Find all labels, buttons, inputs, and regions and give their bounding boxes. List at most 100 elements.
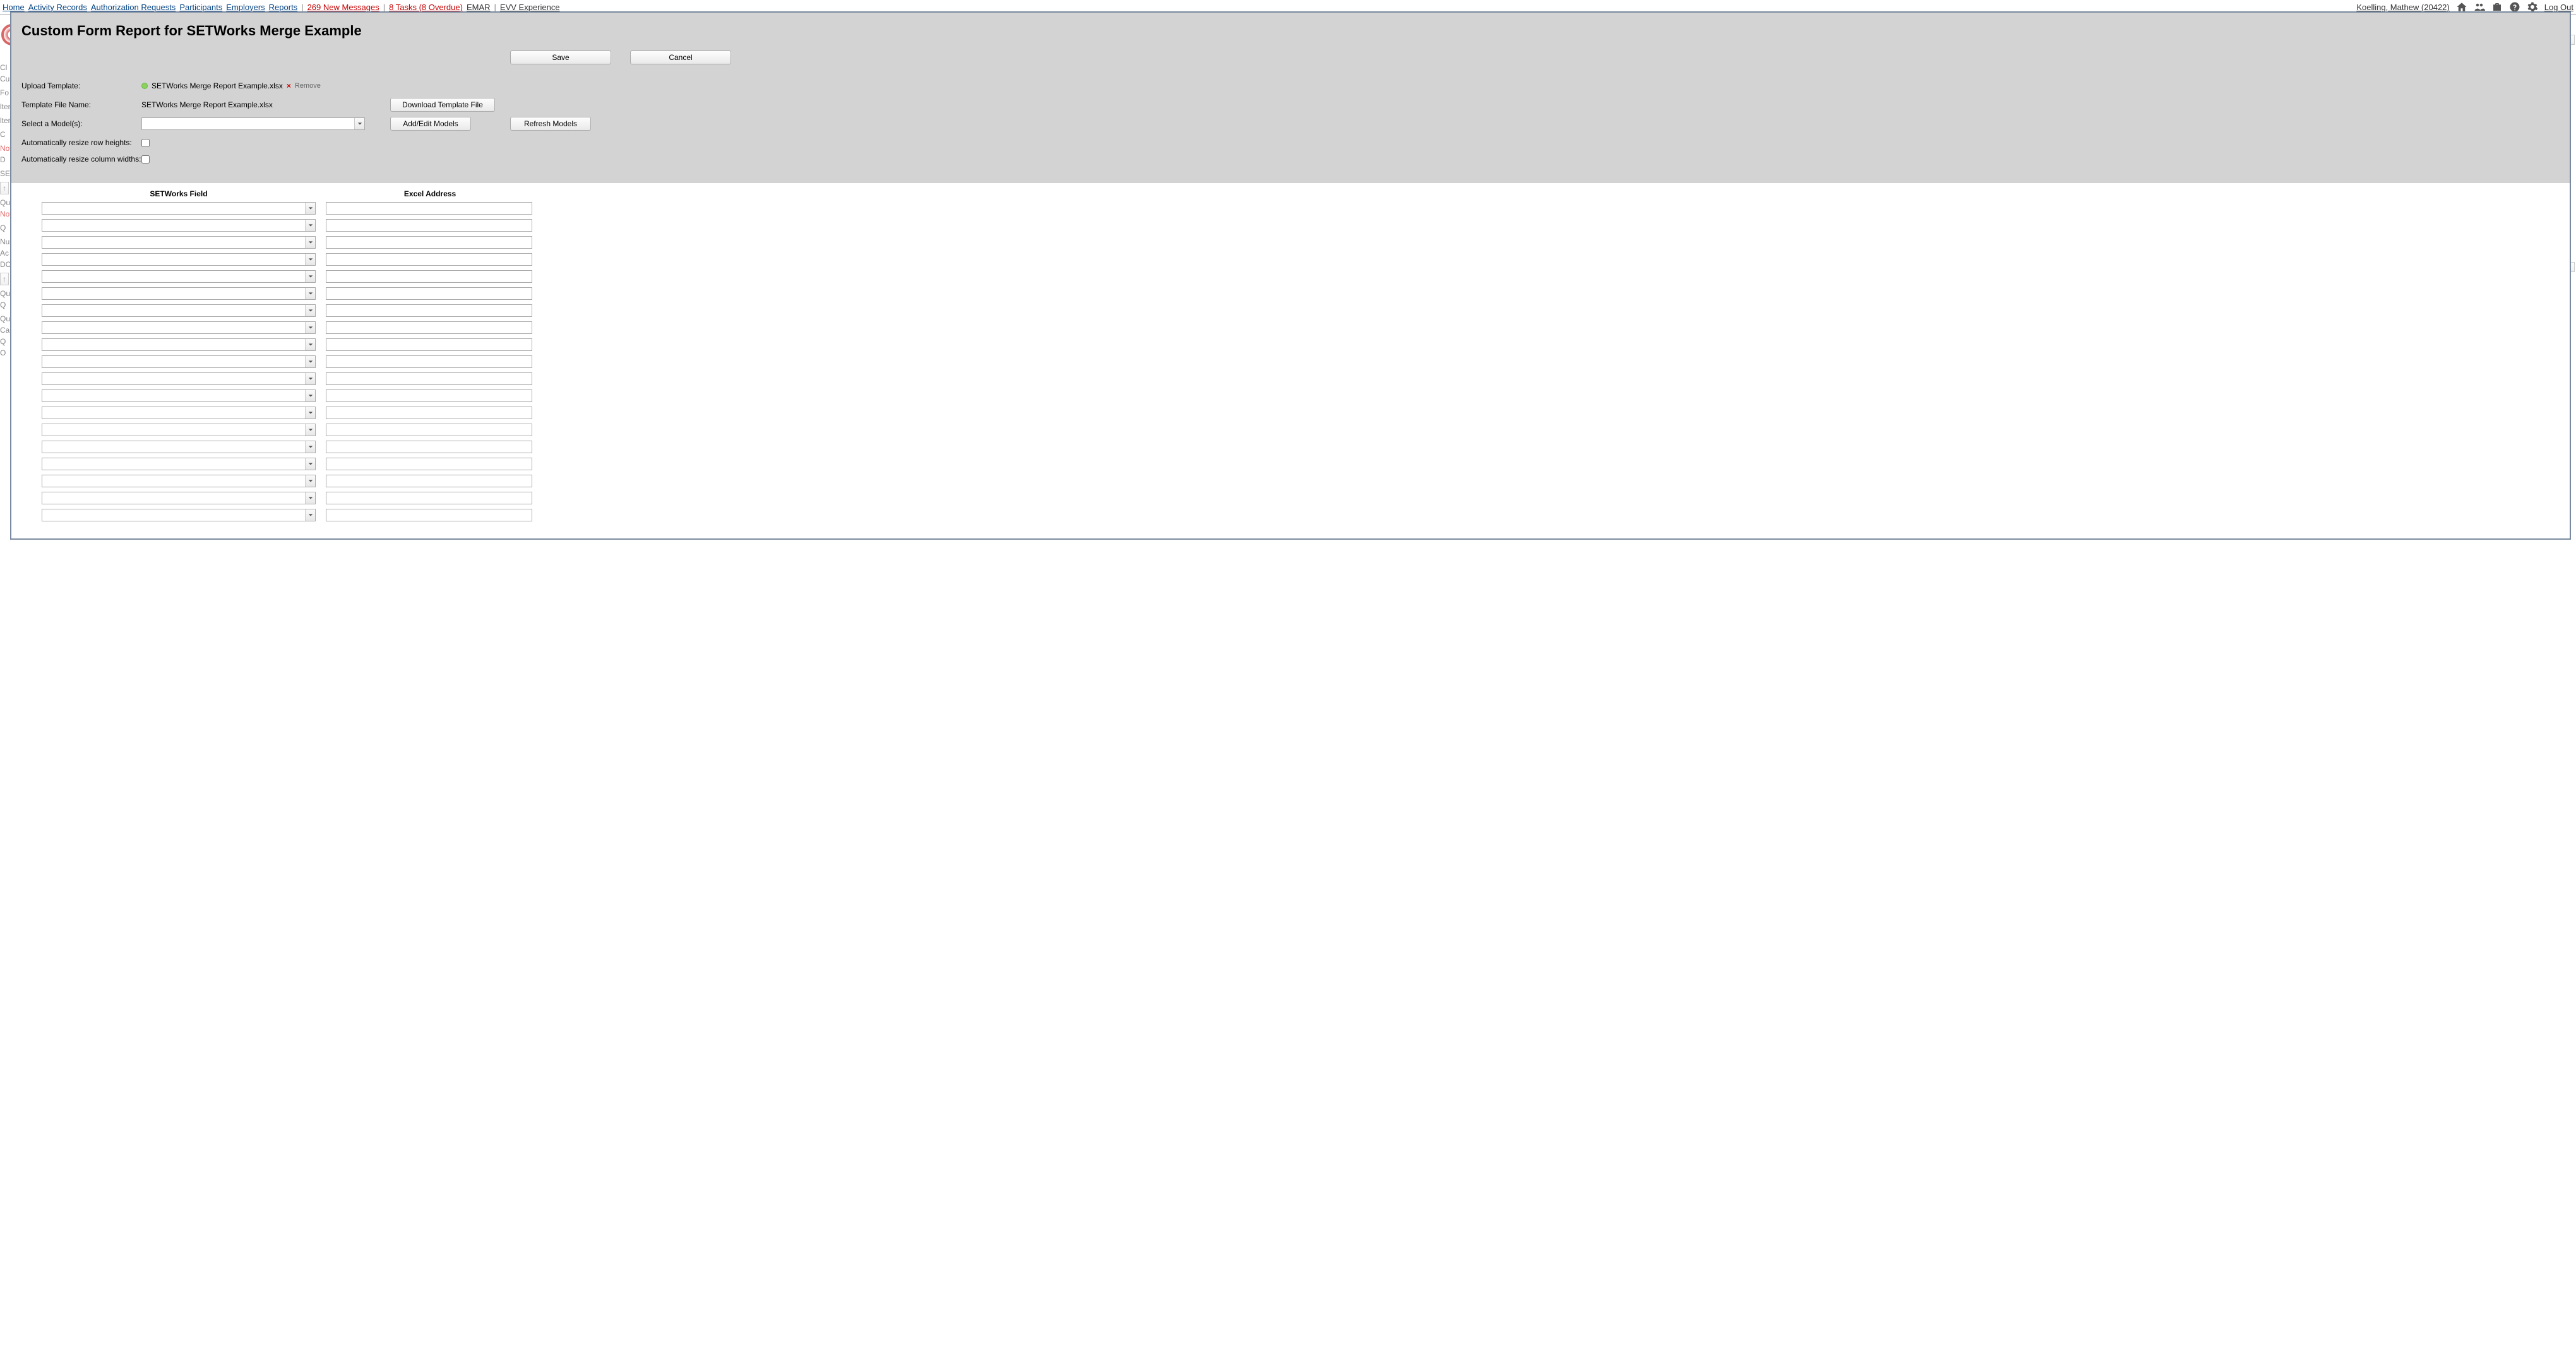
excel-address-input[interactable]: [326, 236, 532, 249]
nav-separator: |: [301, 3, 303, 12]
setworks-field-combo[interactable]: [42, 492, 316, 504]
refresh-models-button[interactable]: Refresh Models: [510, 117, 591, 131]
setworks-field-combo[interactable]: [42, 441, 316, 453]
chevron-down-icon[interactable]: [305, 356, 315, 367]
setworks-field-combo[interactable]: [42, 407, 316, 419]
chevron-down-icon[interactable]: [305, 407, 315, 419]
cancel-button[interactable]: Cancel: [630, 50, 731, 64]
setworks-field-value: [42, 271, 305, 282]
add-edit-models-button[interactable]: Add/Edit Models: [390, 117, 471, 131]
excel-address-input[interactable]: [326, 475, 532, 487]
bg-truncated-text: Not: [0, 208, 10, 220]
setworks-field-combo[interactable]: [42, 475, 316, 487]
download-template-button[interactable]: Download Template File: [390, 98, 495, 112]
chevron-down-icon[interactable]: [305, 441, 315, 453]
chevron-down-icon[interactable]: [305, 288, 315, 299]
excel-address-input[interactable]: [326, 389, 532, 402]
mapping-row: [42, 475, 2570, 487]
setworks-field-value: [42, 390, 305, 401]
chevron-down-icon[interactable]: [305, 492, 315, 504]
auto-col-widths-checkbox[interactable]: [141, 155, 150, 163]
chevron-down-icon[interactable]: [305, 220, 315, 231]
nav-tasks[interactable]: 8 Tasks (8 Overdue): [389, 3, 463, 12]
excel-address-input[interactable]: [326, 372, 532, 385]
excel-address-input[interactable]: [326, 338, 532, 351]
save-button[interactable]: Save: [510, 50, 611, 64]
bg-truncated-text: Car: [0, 324, 10, 336]
chevron-down-icon[interactable]: [305, 203, 315, 214]
setworks-field-combo[interactable]: [42, 458, 316, 470]
chevron-down-icon[interactable]: [305, 424, 315, 436]
setworks-field-combo[interactable]: [42, 304, 316, 317]
setworks-field-value: [42, 237, 305, 248]
chevron-down-icon[interactable]: [305, 254, 315, 265]
chevron-down-icon[interactable]: [305, 373, 315, 384]
auto-row-heights-checkbox[interactable]: [141, 139, 150, 147]
setworks-field-value: [42, 203, 305, 214]
excel-address-input[interactable]: [326, 458, 532, 470]
setworks-field-combo[interactable]: [42, 236, 316, 249]
nav-home[interactable]: Home: [3, 3, 25, 12]
bg-truncated-text: DO: [0, 259, 10, 270]
chevron-down-icon[interactable]: [305, 458, 315, 470]
excel-address-input[interactable]: [326, 492, 532, 504]
setworks-field-combo[interactable]: [42, 321, 316, 334]
setworks-field-combo[interactable]: [42, 372, 316, 385]
chevron-down-icon[interactable]: [305, 237, 315, 248]
setworks-field-combo[interactable]: [42, 270, 316, 283]
setworks-field-combo[interactable]: [42, 219, 316, 232]
mapping-row: [42, 287, 2570, 300]
setworks-field-value: [42, 475, 305, 487]
excel-address-input[interactable]: [326, 219, 532, 232]
remove-file-x-icon[interactable]: ×: [287, 81, 291, 90]
bg-truncated-text: Q: [0, 299, 10, 311]
chevron-down-icon[interactable]: [305, 339, 315, 350]
mapping-row: [42, 389, 2570, 402]
chevron-down-icon[interactable]: [305, 390, 315, 401]
chevron-down-icon[interactable]: [305, 305, 315, 316]
setworks-field-combo[interactable]: [42, 338, 316, 351]
setworks-field-combo[interactable]: [42, 287, 316, 300]
excel-address-input[interactable]: [326, 355, 532, 368]
chevron-down-icon[interactable]: [354, 118, 364, 129]
setworks-field-combo[interactable]: [42, 509, 316, 521]
nav-employers[interactable]: Employers: [226, 3, 265, 12]
chevron-down-icon[interactable]: [305, 322, 315, 333]
excel-address-input[interactable]: [326, 304, 532, 317]
nav-user[interactable]: Koelling, Mathew (20422): [2356, 3, 2449, 12]
excel-address-input[interactable]: [326, 509, 532, 521]
nav-authorization-requests[interactable]: Authorization Requests: [91, 3, 176, 12]
nav-new-messages[interactable]: 269 New Messages: [307, 3, 379, 12]
setworks-field-combo[interactable]: [42, 202, 316, 215]
setworks-field-combo[interactable]: [42, 389, 316, 402]
chevron-down-icon[interactable]: [305, 271, 315, 282]
setworks-field-value: [42, 441, 305, 453]
nav-logout[interactable]: Log Out: [2544, 3, 2573, 12]
bg-truncated-text: [0, 112, 10, 115]
file-status-icon: [141, 83, 148, 89]
mapping-row: [42, 441, 2570, 453]
setworks-field-combo[interactable]: [42, 355, 316, 368]
excel-address-input[interactable]: [326, 253, 532, 266]
bg-truncated-text: [0, 270, 10, 273]
setworks-field-combo[interactable]: [42, 253, 316, 266]
excel-address-input[interactable]: [326, 424, 532, 436]
excel-address-input[interactable]: [326, 321, 532, 334]
excel-address-input[interactable]: [326, 407, 532, 419]
chevron-down-icon[interactable]: [305, 509, 315, 521]
nav-emar[interactable]: EMAR: [467, 3, 491, 12]
excel-address-input[interactable]: [326, 287, 532, 300]
setworks-field-combo[interactable]: [42, 424, 316, 436]
nav-participants[interactable]: Participants: [179, 3, 222, 12]
remove-file-link[interactable]: Remove: [295, 82, 321, 90]
nav-activity-records[interactable]: Activity Records: [28, 3, 87, 12]
nav-evv-experience[interactable]: EVV Experience: [500, 3, 560, 12]
chevron-down-icon[interactable]: [305, 475, 315, 487]
excel-address-input[interactable]: [326, 270, 532, 283]
model-select-combo[interactable]: [141, 117, 365, 130]
nav-reports[interactable]: Reports: [269, 3, 298, 12]
bg-truncated-text: [0, 98, 10, 101]
excel-address-input[interactable]: [326, 441, 532, 453]
modal-title: Custom Form Report for SETWorks Merge Ex…: [21, 23, 2560, 39]
excel-address-input[interactable]: [326, 202, 532, 215]
